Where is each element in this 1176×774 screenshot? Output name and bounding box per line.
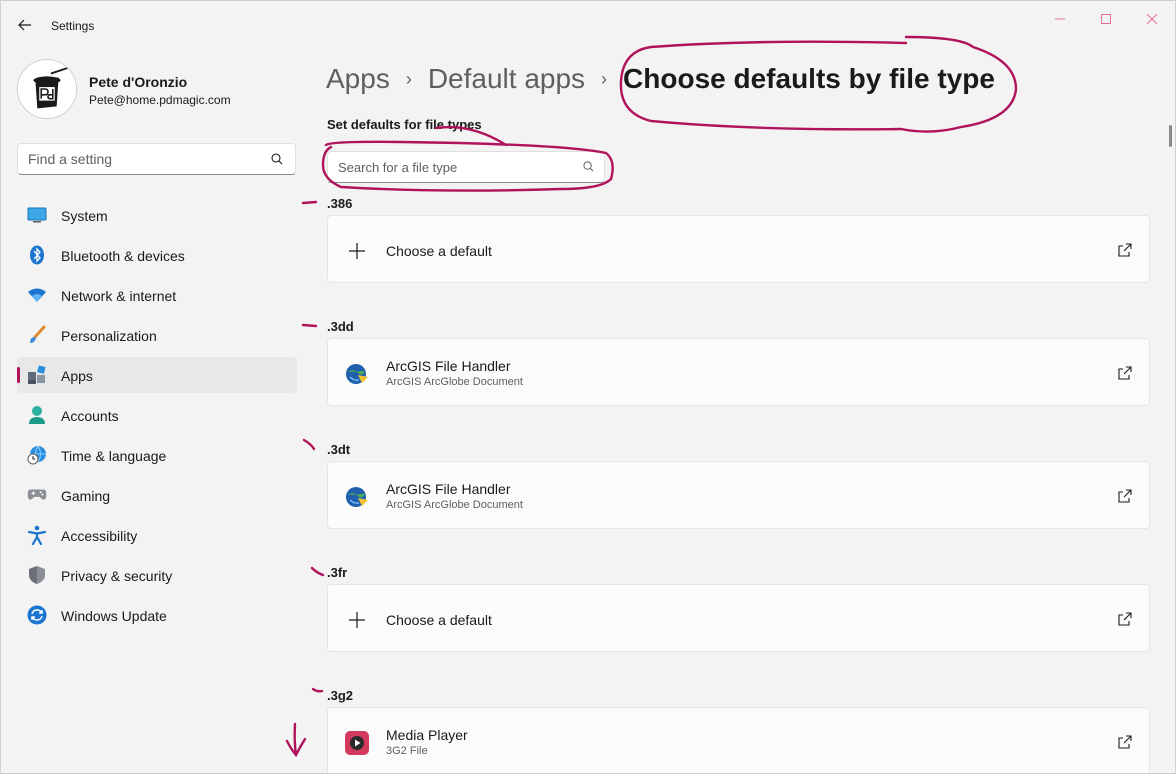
- default-app-name: Media Player: [386, 727, 468, 743]
- sidebar-item-privacy-security[interactable]: Privacy & security: [17, 557, 297, 593]
- ink-down-arrow: [285, 722, 307, 758]
- default-app-name: ArcGIS File Handler: [386, 358, 511, 374]
- minimize-icon: [1055, 18, 1065, 20]
- gamepad-icon: [27, 485, 47, 505]
- globe-clock-icon: [27, 445, 47, 465]
- sidebar-item-label: Network & internet: [61, 288, 177, 304]
- file-extension-label: .3dd: [327, 319, 354, 334]
- update-icon: [27, 605, 47, 625]
- sidebar-item-personalization[interactable]: Personalization: [17, 317, 297, 353]
- profile-name: Pete d'Oronzio: [89, 74, 188, 90]
- plus-icon: [344, 238, 370, 264]
- file-extension-label: .3fr: [327, 565, 348, 580]
- user-profile[interactable]: Pete d'Oronzio Pete@home.pdmagic.com: [17, 59, 297, 119]
- wifi-icon: [27, 285, 47, 305]
- default-app-name: ArcGIS File Handler: [386, 481, 511, 497]
- sidebar-item-gaming[interactable]: Gaming: [17, 477, 297, 513]
- sidebar-item-label: Windows Update: [61, 608, 167, 624]
- sidebar-item-accessibility[interactable]: Accessibility: [17, 517, 297, 553]
- sidebar-item-network[interactable]: Network & internet: [17, 277, 297, 313]
- maximize-icon: [1101, 14, 1111, 24]
- bluetooth-icon: [27, 245, 47, 265]
- arcgis-icon: [344, 361, 370, 387]
- file-type-description: ArcGIS ArcGlobe Document: [386, 499, 523, 511]
- chevron-right-icon: ›: [601, 68, 608, 89]
- file-type-default-card[interactable]: Media Player 3G2 File: [327, 707, 1150, 773]
- sidebar-item-windows-update[interactable]: Windows Update: [17, 597, 297, 633]
- sidebar-item-label: Privacy & security: [61, 568, 173, 584]
- file-type-default-card[interactable]: Choose a default: [327, 215, 1150, 283]
- file-extension-label: .3dt: [327, 442, 351, 457]
- open-external-icon: [1118, 612, 1132, 626]
- back-button[interactable]: [13, 13, 37, 37]
- title-bar: Settings: [1, 1, 1175, 49]
- search-icon[interactable]: [583, 161, 594, 172]
- sidebar-item-label: Gaming: [61, 488, 111, 504]
- filetype-search-input[interactable]: [328, 152, 604, 182]
- open-external-icon: [1118, 243, 1132, 257]
- file-extension-label: .386: [327, 196, 353, 211]
- ink-dash-3dd: [301, 323, 318, 328]
- default-app-name: Choose a default: [386, 243, 492, 259]
- sidebar-item-system[interactable]: System: [17, 197, 297, 233]
- sidebar-item-accounts[interactable]: Accounts: [17, 397, 297, 433]
- maximize-button[interactable]: [1083, 7, 1129, 31]
- sidebar-nav: System Bluetooth & devices Network & int…: [17, 197, 297, 637]
- find-setting-box: [17, 143, 296, 175]
- monitor-icon: [27, 205, 47, 225]
- settings-window: Settings Pete d'Oronzio Pete@home.pdmagi…: [0, 0, 1176, 774]
- search-icon[interactable]: [271, 153, 283, 165]
- breadcrumb-default-apps[interactable]: Default apps: [428, 63, 585, 95]
- arrow-left-icon: [18, 19, 31, 31]
- ink-dash-3fr: [310, 566, 325, 577]
- sidebar-item-label: Bluetooth & devices: [61, 248, 185, 264]
- close-icon: [1147, 14, 1157, 24]
- open-external-icon: [1118, 366, 1132, 380]
- app-title: Settings: [51, 19, 95, 33]
- plus-icon: [344, 607, 370, 633]
- media-player-icon: [344, 730, 370, 756]
- avatar: [17, 59, 77, 119]
- file-extension-label: .3g2: [327, 688, 354, 703]
- sidebar-item-time-language[interactable]: Time & language: [17, 437, 297, 473]
- chevron-right-icon: ›: [405, 68, 412, 89]
- ink-dash-3g2: [311, 687, 324, 693]
- ink-dash-386: [301, 200, 318, 205]
- scrollbar-thumb[interactable]: [1169, 125, 1172, 147]
- find-setting-input[interactable]: [18, 144, 295, 174]
- filetype-search-box: [327, 151, 605, 183]
- person-icon: [27, 405, 47, 425]
- sidebar-item-label: Accessibility: [61, 528, 138, 544]
- close-button[interactable]: [1129, 7, 1175, 31]
- brush-icon: [27, 325, 47, 345]
- file-type-default-card[interactable]: ArcGIS File Handler ArcGIS ArcGlobe Docu…: [327, 338, 1150, 406]
- sidebar-item-label: System: [61, 208, 108, 224]
- breadcrumb-apps[interactable]: Apps: [326, 63, 390, 95]
- section-label: Set defaults for file types: [327, 117, 482, 132]
- minimize-button[interactable]: [1037, 7, 1083, 31]
- apps-icon: [27, 365, 47, 385]
- sidebar-item-label: Accounts: [61, 408, 119, 424]
- sidebar-item-label: Time & language: [61, 448, 167, 464]
- sidebar-item-apps[interactable]: Apps: [17, 357, 297, 393]
- sidebar-item-label: Apps: [61, 368, 93, 384]
- open-external-icon: [1118, 735, 1132, 749]
- file-type-description: ArcGIS ArcGlobe Document: [386, 376, 523, 388]
- breadcrumb: Apps › Default apps › Choose defaults by…: [326, 59, 995, 99]
- arcgis-icon: [344, 484, 370, 510]
- default-app-name: Choose a default: [386, 612, 492, 628]
- file-type-description: 3G2 File: [386, 745, 428, 757]
- file-type-default-card[interactable]: Choose a default: [327, 584, 1150, 652]
- accessibility-icon: [27, 525, 47, 545]
- shield-icon: [27, 565, 47, 585]
- sidebar-item-bluetooth[interactable]: Bluetooth & devices: [17, 237, 297, 273]
- file-type-default-card[interactable]: ArcGIS File Handler ArcGIS ArcGlobe Docu…: [327, 461, 1150, 529]
- sidebar-item-label: Personalization: [61, 328, 157, 344]
- ink-dash-3dt: [302, 438, 316, 451]
- profile-email: Pete@home.pdmagic.com: [89, 93, 231, 107]
- magic-hat-logo-icon: [18, 60, 76, 118]
- page-title: Choose defaults by file type: [623, 63, 995, 94]
- open-external-icon: [1118, 489, 1132, 503]
